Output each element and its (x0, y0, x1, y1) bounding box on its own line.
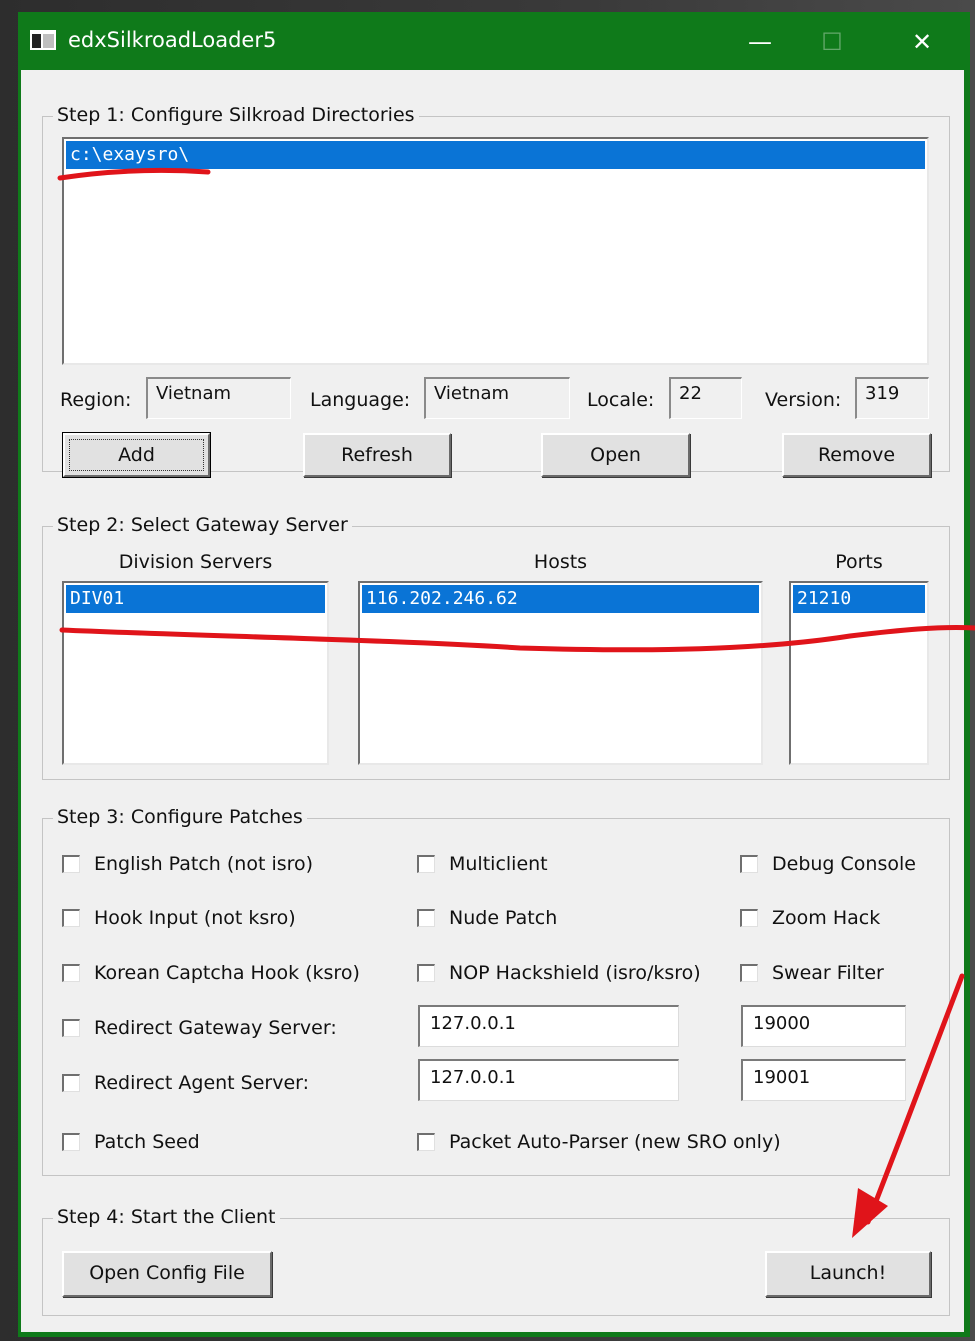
step3-title: Step 3: Configure Patches (53, 806, 307, 828)
ports-header: Ports (835, 551, 883, 573)
checkbox-box (417, 964, 435, 982)
ports-list[interactable]: 21210 (789, 581, 929, 765)
zoom-hack-checkbox[interactable]: Zoom Hack (740, 905, 880, 933)
directory-list[interactable]: c:\exaysro\ (62, 137, 929, 365)
checkbox-box (417, 909, 435, 927)
hook-input-label: Hook Input (not ksro) (94, 907, 296, 929)
step4-title: Step 4: Start the Client (53, 1206, 280, 1228)
maximize-icon: ☐ (821, 28, 843, 56)
debug-console-label: Debug Console (772, 853, 916, 875)
step1-title: Step 1: Configure Silkroad Directories (53, 104, 419, 126)
multiclient-checkbox[interactable]: Multiclient (417, 851, 548, 879)
redirect-gateway-checkbox[interactable]: Redirect Gateway Server: (62, 1015, 337, 1043)
launch-button[interactable]: Launch! (765, 1251, 931, 1297)
minimize-icon[interactable]: — (736, 22, 784, 62)
app-window-icon (30, 30, 56, 50)
checkbox-box (62, 1019, 80, 1037)
redirect-agent-label: Redirect Agent Server: (94, 1072, 310, 1094)
multiclient-label: Multiclient (449, 853, 548, 875)
agent-ip-input[interactable]: 127.0.0.1 (418, 1059, 679, 1101)
list-item[interactable]: 116.202.246.62 (362, 585, 759, 613)
add-button[interactable]: Add (62, 432, 211, 478)
redirect-agent-checkbox[interactable]: Redirect Agent Server: (62, 1070, 309, 1098)
list-item[interactable]: 21210 (793, 585, 925, 613)
open-button[interactable]: Open (541, 433, 690, 477)
step2-title: Step 2: Select Gateway Server (53, 514, 352, 536)
english-patch-label: English Patch (not isro) (94, 853, 314, 875)
version-label: Version: (765, 389, 842, 411)
window-title: edxSilkroadLoader5 (68, 28, 277, 52)
debug-console-checkbox[interactable]: Debug Console (740, 851, 916, 879)
agent-port-input[interactable]: 19001 (741, 1059, 906, 1101)
zoom-hack-label: Zoom Hack (772, 907, 881, 929)
language-field: Vietnam (424, 377, 570, 419)
checkbox-box (740, 909, 758, 927)
checkbox-box (62, 964, 80, 982)
redirect-gateway-label: Redirect Gateway Server: (94, 1017, 337, 1039)
korean-captcha-checkbox[interactable]: Korean Captcha Hook (ksro) (62, 960, 360, 988)
checkbox-box (62, 1133, 80, 1151)
swear-filter-checkbox[interactable]: Swear Filter (740, 960, 884, 988)
nop-hackshield-checkbox[interactable]: NOP Hackshield (isro/ksro) (417, 960, 701, 988)
locale-field: 22 (669, 377, 742, 419)
dialog-client-area: Step 1: Configure Silkroad Directories c… (21, 70, 964, 1332)
patch-seed-label: Patch Seed (94, 1131, 200, 1153)
locale-label: Locale: (587, 389, 655, 411)
checkbox-box (740, 855, 758, 873)
korean-captcha-label: Korean Captcha Hook (ksro) (94, 962, 360, 984)
close-icon[interactable]: ✕ (898, 22, 946, 62)
nude-patch-label: Nude Patch (449, 907, 558, 929)
division-servers-header: Division Servers (118, 551, 273, 573)
nude-patch-checkbox[interactable]: Nude Patch (417, 905, 557, 933)
checkbox-box (62, 1074, 80, 1092)
division-servers-list[interactable]: DIV01 (62, 581, 329, 765)
step3-group: Step 3: Configure Patches English Patch … (42, 806, 950, 1176)
open-config-file-button[interactable]: Open Config File (62, 1251, 272, 1297)
version-field: 319 (855, 377, 929, 419)
region-label: Region: (60, 389, 132, 411)
hosts-header: Hosts (533, 551, 588, 573)
step2-group: Step 2: Select Gateway Server Division S… (42, 514, 950, 780)
region-field: Vietnam (146, 377, 291, 419)
checkbox-box (417, 855, 435, 873)
app-window: edxSilkroadLoader5 — ☐ ✕ Step 1: Configu… (18, 12, 970, 1337)
title-bar[interactable]: edxSilkroadLoader5 — ☐ ✕ (18, 12, 970, 70)
packet-auto-parser-checkbox[interactable]: Packet Auto-Parser (new SRO only) (417, 1129, 781, 1157)
refresh-button[interactable]: Refresh (303, 433, 451, 477)
checkbox-box (62, 909, 80, 927)
list-item[interactable]: c:\exaysro\ (66, 141, 925, 169)
english-patch-checkbox[interactable]: English Patch (not isro) (62, 851, 313, 879)
step1-group: Step 1: Configure Silkroad Directories c… (42, 104, 950, 478)
remove-button[interactable]: Remove (782, 433, 931, 477)
list-item[interactable]: DIV01 (66, 585, 325, 613)
swear-filter-label: Swear Filter (772, 962, 884, 984)
checkbox-box (62, 855, 80, 873)
packet-auto-parser-label: Packet Auto-Parser (new SRO only) (449, 1131, 781, 1153)
focus-rectangle (69, 439, 204, 471)
step4-group: Step 4: Start the Client Open Config Fil… (42, 1206, 950, 1316)
hook-input-checkbox[interactable]: Hook Input (not ksro) (62, 905, 296, 933)
checkbox-box (740, 964, 758, 982)
gateway-ip-input[interactable]: 127.0.0.1 (418, 1005, 679, 1047)
checkbox-box (417, 1133, 435, 1151)
gateway-port-input[interactable]: 19000 (741, 1005, 906, 1047)
language-label: Language: (310, 389, 411, 411)
nop-hackshield-label: NOP Hackshield (isro/ksro) (449, 962, 701, 984)
patch-seed-checkbox[interactable]: Patch Seed (62, 1129, 200, 1157)
hosts-list[interactable]: 116.202.246.62 (358, 581, 763, 765)
